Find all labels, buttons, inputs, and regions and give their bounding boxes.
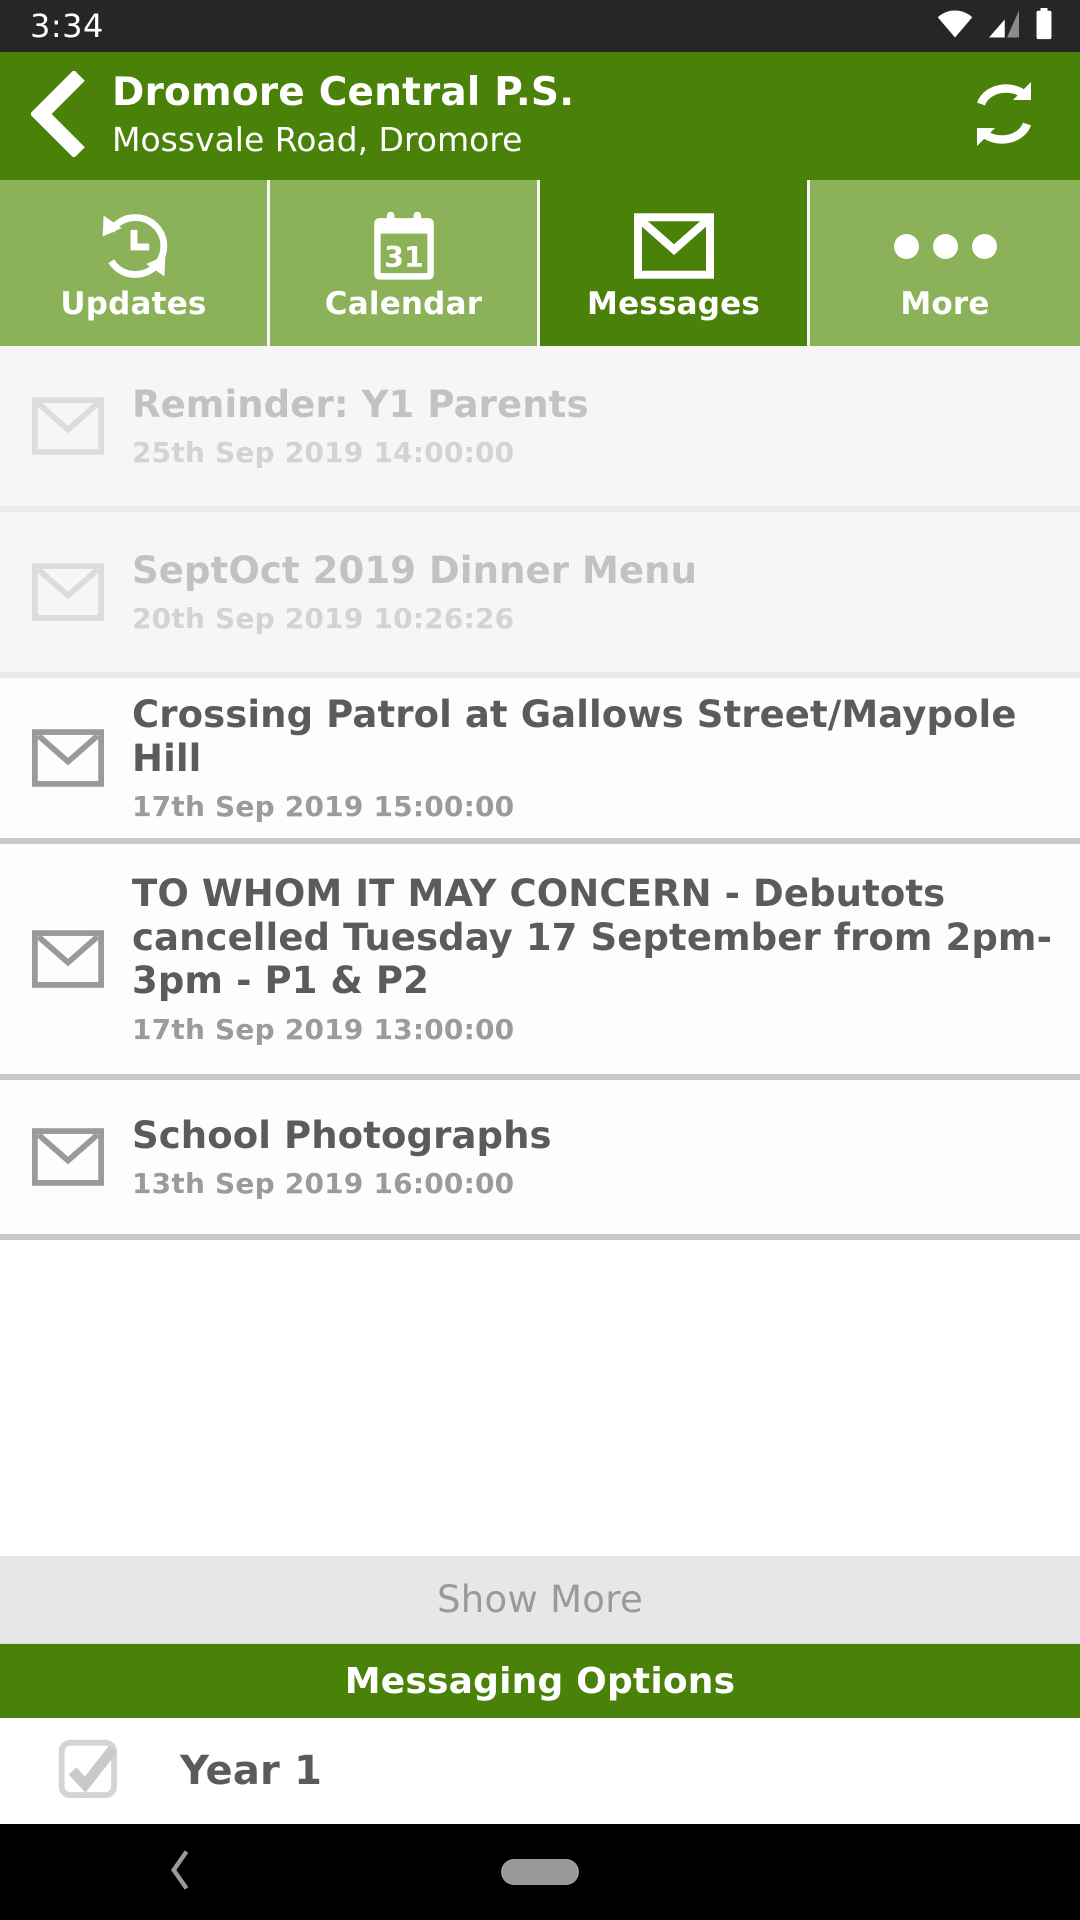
app-header: Dromore Central P.S. Mossvale Road, Drom…	[0, 52, 1080, 180]
header-titles: Dromore Central P.S. Mossvale Road, Drom…	[98, 70, 956, 162]
envelope-icon	[20, 397, 116, 455]
tab-calendar-label: Calendar	[324, 286, 483, 322]
ellipsis-dot	[893, 233, 919, 259]
message-title: Crossing Patrol at Gallows Street/Maypol…	[132, 692, 1017, 780]
message-title: TO WHOM IT MAY CONCERN - Debutots cancel…	[132, 872, 1053, 1003]
message-content: School Photographs 13th Sep 2019 16:00:0…	[116, 1096, 1064, 1219]
page-title: Dromore Central P.S.	[112, 70, 575, 116]
message-date: 20th Sep 2019 10:26:26	[132, 602, 515, 636]
message-title: SeptOct 2019 Dinner Menu	[132, 548, 698, 592]
messaging-options-header: Messaging Options	[0, 1644, 1080, 1718]
back-chevron-icon	[29, 69, 89, 161]
battery-icon	[1034, 8, 1054, 44]
messaging-option-year-1[interactable]: Year 1	[0, 1718, 1080, 1824]
message-content: Crossing Patrol at Gallows Street/Maypol…	[116, 675, 1064, 841]
message-content: Reminder: Y1 Parents 25th Sep 2019 14:00…	[116, 365, 1064, 488]
status-bar-clock: 3:34	[30, 7, 104, 45]
message-list-item[interactable]: School Photographs 13th Sep 2019 16:00:0…	[0, 1080, 1080, 1240]
refresh-button[interactable]	[956, 77, 1052, 155]
app-root: 3:34 Dromore Central P.S. Mossvale Road,…	[0, 0, 1080, 1920]
tab-more[interactable]: More	[810, 180, 1080, 346]
tab-calendar[interactable]: 31 Calendar	[270, 180, 540, 346]
tab-bar: Updates 31 Calendar Messages More	[0, 180, 1080, 346]
messaging-option-label: Year 1	[180, 1748, 323, 1794]
message-title: School Photographs	[132, 1113, 552, 1157]
message-content: TO WHOM IT MAY CONCERN - Debutots cancel…	[116, 854, 1064, 1064]
envelope-icon	[633, 208, 714, 284]
android-nav-bar	[0, 1824, 1080, 1920]
envelope-icon	[20, 1128, 116, 1186]
back-button[interactable]	[22, 69, 98, 161]
home-pill-icon[interactable]	[501, 1859, 579, 1885]
ellipsis-dot	[932, 233, 958, 259]
calendar-31-icon: 31	[366, 208, 442, 284]
message-title: Reminder: Y1 Parents	[132, 382, 589, 426]
checkbox-checked-icon[interactable]	[20, 1738, 160, 1804]
message-date: 17th Sep 2019 13:00:00	[132, 1012, 515, 1046]
tab-updates-label: Updates	[60, 286, 207, 322]
nav-back-icon[interactable]	[168, 1848, 194, 1896]
message-list-item[interactable]: SeptOct 2019 Dinner Menu 20th Sep 2019 1…	[0, 512, 1080, 678]
envelope-icon	[20, 729, 116, 787]
status-bar-icons	[936, 8, 1054, 44]
ellipsis-dot	[971, 233, 997, 259]
message-date: 25th Sep 2019 14:00:00	[132, 436, 515, 470]
message-date: 17th Sep 2019 15:00:00	[132, 790, 515, 824]
status-bar: 3:34	[0, 0, 1080, 52]
messaging-options-title: Messaging Options	[344, 1660, 736, 1702]
messages-list: Reminder: Y1 Parents 25th Sep 2019 14:00…	[0, 346, 1080, 1556]
refresh-icon	[964, 77, 1044, 155]
history-clock-icon	[96, 208, 172, 284]
show-more-label: Show More	[436, 1578, 644, 1621]
wifi-icon	[936, 9, 974, 43]
ellipsis-icon	[893, 208, 997, 284]
message-date: 13th Sep 2019 16:00:00	[132, 1167, 515, 1201]
tab-messages-label: Messages	[587, 286, 760, 322]
message-list-item[interactable]: Crossing Patrol at Gallows Street/Maypol…	[0, 678, 1080, 844]
svg-text:31: 31	[384, 241, 424, 274]
page-subtitle: Mossvale Road, Dromore	[112, 120, 523, 160]
cellular-signal-icon	[987, 9, 1021, 43]
message-list-item[interactable]: Reminder: Y1 Parents 25th Sep 2019 14:00…	[0, 346, 1080, 512]
envelope-icon	[20, 563, 116, 621]
tab-messages[interactable]: Messages	[540, 180, 810, 346]
envelope-icon	[20, 930, 116, 988]
message-content: SeptOct 2019 Dinner Menu 20th Sep 2019 1…	[116, 531, 1064, 654]
message-list-item[interactable]: TO WHOM IT MAY CONCERN - Debutots cancel…	[0, 844, 1080, 1080]
tab-updates[interactable]: Updates	[0, 180, 270, 346]
show-more-button[interactable]: Show More	[0, 1556, 1080, 1644]
tab-more-label: More	[900, 286, 990, 322]
